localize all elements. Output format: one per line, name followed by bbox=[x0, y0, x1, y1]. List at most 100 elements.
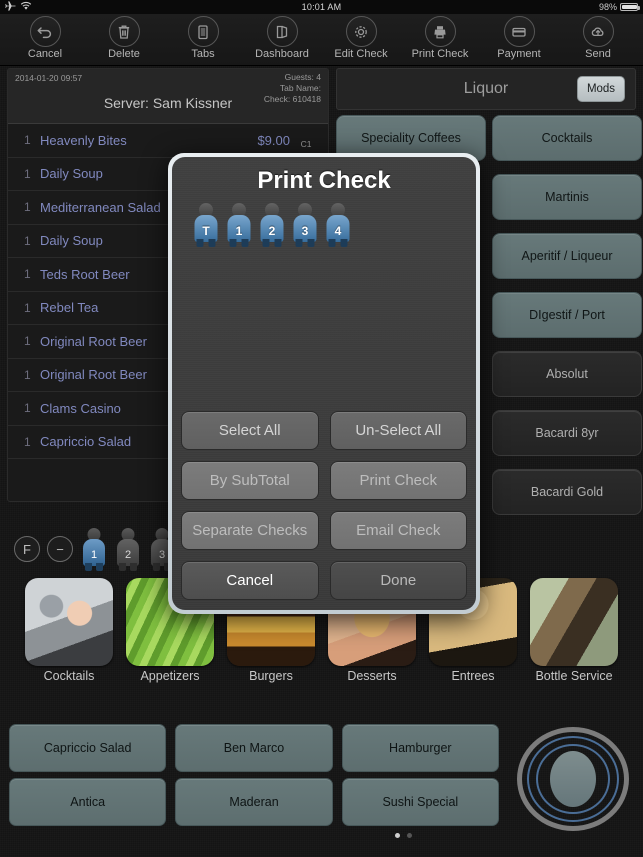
menu-item-button[interactable]: Capriccio Salad bbox=[9, 724, 167, 772]
toolbar-label: Send bbox=[585, 48, 611, 60]
category-tile-cocktails[interactable]: Cocktails bbox=[25, 578, 113, 703]
check-server: Server: Sam Kissner bbox=[103, 95, 233, 111]
cocktail-shaker-photo bbox=[25, 578, 113, 666]
menu-item-button[interactable]: Maderan bbox=[175, 778, 333, 826]
toolbar-button-payment[interactable]: Payment bbox=[480, 16, 558, 60]
cloud-upload-icon bbox=[582, 16, 614, 47]
list-document-icon bbox=[187, 16, 219, 47]
menu-category-button[interactable]: Bacardi Gold bbox=[492, 469, 642, 515]
toolbar-label: Tabs bbox=[191, 48, 215, 60]
mods-button[interactable]: Mods bbox=[577, 76, 625, 102]
menu-category-button[interactable]: Absolut bbox=[492, 351, 642, 397]
person-body-label: 1 bbox=[83, 539, 105, 566]
menu-item-button[interactable]: Hamburger bbox=[341, 724, 499, 772]
page-dot-1[interactable] bbox=[395, 833, 400, 838]
page-indicator[interactable] bbox=[395, 833, 412, 838]
trash-icon bbox=[108, 16, 140, 47]
toolbar-label: Edit Check bbox=[334, 48, 388, 60]
person-body-label: 1 bbox=[227, 215, 251, 242]
person-legs-icon bbox=[196, 239, 216, 247]
guest-seat-1[interactable]: 1 bbox=[80, 528, 108, 571]
category-tile-label: Cocktails bbox=[43, 669, 95, 683]
menu-panel-header: Liquor Mods bbox=[336, 68, 636, 110]
function-button[interactable]: F bbox=[14, 536, 40, 562]
toolbar-label: Payment bbox=[497, 48, 541, 60]
dialog-seat-2[interactable]: 2 bbox=[258, 203, 286, 247]
line-qty: 1 bbox=[24, 367, 31, 382]
gear-icon bbox=[345, 16, 377, 47]
line-qty: 1 bbox=[24, 200, 31, 215]
top-toolbar: Cancel Delete Tabs Dashboard Edit Check bbox=[0, 14, 643, 66]
dialog-seat-3[interactable]: 3 bbox=[291, 203, 319, 247]
dialog-seat-1[interactable]: 1 bbox=[225, 203, 253, 247]
dialog-button-cancel[interactable]: Cancel bbox=[181, 561, 319, 600]
line-qty: 1 bbox=[24, 133, 31, 148]
guest-seat-list: 123 bbox=[80, 528, 176, 571]
category-tile-label: Entrees bbox=[451, 669, 495, 683]
person-body-label: 2 bbox=[117, 539, 139, 566]
person-legs-icon bbox=[295, 239, 315, 247]
menu-item-button[interactable]: Antica bbox=[9, 778, 167, 826]
person-legs-icon bbox=[229, 239, 249, 247]
dialog-seat-4[interactable]: 4 bbox=[324, 203, 352, 247]
toolbar-label: Cancel bbox=[27, 48, 63, 60]
battery-percent-label: 98% bbox=[598, 2, 617, 12]
toolbar-button-dashboard[interactable]: Dashboard bbox=[243, 16, 321, 60]
pos-app-window: 10:01 AM 98% Cancel Delete Tabs Dashboar… bbox=[0, 0, 643, 857]
toolbar-button-edit-check[interactable]: Edit Check bbox=[322, 16, 400, 60]
menu-category-button[interactable]: Martinis bbox=[492, 174, 642, 220]
undo-arrow-icon bbox=[29, 16, 61, 47]
person-body-label: T bbox=[194, 215, 218, 242]
dialog-button-select-all[interactable]: Select All bbox=[181, 411, 319, 450]
category-tile-label: Desserts bbox=[347, 669, 397, 683]
category-tile-bottle-service[interactable]: Bottle Service bbox=[530, 578, 618, 703]
printer-icon bbox=[424, 16, 456, 47]
toolbar-button-cancel[interactable]: Cancel bbox=[6, 16, 84, 60]
menu-category-button[interactable]: DIgestif / Port bbox=[492, 292, 642, 338]
dialog-button-un-select-all[interactable]: Un-Select All bbox=[329, 411, 467, 450]
line-seat-badge: C1 bbox=[300, 139, 312, 150]
status-bar: 10:01 AM 98% bbox=[0, 0, 643, 14]
check-tab-name: Tab Name: bbox=[279, 83, 321, 93]
toolbar-button-print-check[interactable]: Print Check bbox=[401, 16, 479, 60]
toolbar-button-tabs[interactable]: Tabs bbox=[164, 16, 242, 60]
toolbar-label: Dashboard bbox=[255, 48, 309, 60]
line-qty: 1 bbox=[24, 267, 31, 282]
jog-dial[interactable] bbox=[514, 724, 632, 834]
print-check-dialog-body: Print Check T1234 Select All Un-Select Al… bbox=[172, 157, 476, 610]
line-price: $9.00 bbox=[257, 132, 290, 148]
page-dot-2[interactable] bbox=[407, 833, 412, 838]
dialog-button-print-check[interactable]: Print Check bbox=[329, 461, 467, 500]
menu-item-button[interactable]: Sushi Special bbox=[341, 778, 499, 826]
dialog-button-grid: Select All Un-Select All By SubTotal Print … bbox=[181, 411, 467, 600]
toolbar-button-delete[interactable]: Delete bbox=[85, 16, 163, 60]
dialog-seat-T[interactable]: T bbox=[192, 203, 220, 247]
check-header: 2014-01-20 09:57 Guests: 4 Tab Name: Che… bbox=[8, 69, 328, 124]
minus-button[interactable]: − bbox=[47, 536, 73, 562]
dialog-button-done[interactable]: Done bbox=[329, 561, 467, 600]
person-legs-icon bbox=[85, 563, 103, 571]
battery-icon bbox=[620, 3, 640, 11]
bottom-item-grid: Capriccio Salad Ben Marco Hamburger Antica M… bbox=[9, 724, 499, 834]
person-body-label: 3 bbox=[293, 215, 317, 242]
dialog-button-by-subtotal[interactable]: By SubTotal bbox=[181, 461, 319, 500]
person-legs-icon bbox=[262, 239, 282, 247]
dialog-button-separate-checks[interactable]: Separate Checks bbox=[181, 511, 319, 550]
menu-category-button[interactable]: Aperitif / Liqueur bbox=[492, 233, 642, 279]
person-body-label: 4 bbox=[326, 215, 350, 242]
menu-item-button[interactable]: Ben Marco bbox=[175, 724, 333, 772]
credit-card-icon bbox=[503, 16, 535, 47]
line-qty: 1 bbox=[24, 166, 31, 181]
category-tile-label: Burgers bbox=[249, 669, 293, 683]
menu-category-button[interactable]: Bacardi 8yr bbox=[492, 410, 642, 456]
menu-category-button[interactable]: Cocktails bbox=[492, 115, 642, 161]
line-qty: 1 bbox=[24, 300, 31, 315]
dial-center[interactable] bbox=[550, 751, 596, 807]
dialog-seat-selector: T1234 bbox=[172, 195, 476, 247]
dialog-button-email-check[interactable]: Email Check bbox=[329, 511, 467, 550]
person-legs-icon bbox=[119, 563, 137, 571]
status-clock: 10:01 AM bbox=[301, 2, 342, 12]
guest-seat-2[interactable]: 2 bbox=[114, 528, 142, 571]
dialog-title: Print Check bbox=[257, 167, 391, 194]
toolbar-button-send[interactable]: Send bbox=[559, 16, 637, 60]
